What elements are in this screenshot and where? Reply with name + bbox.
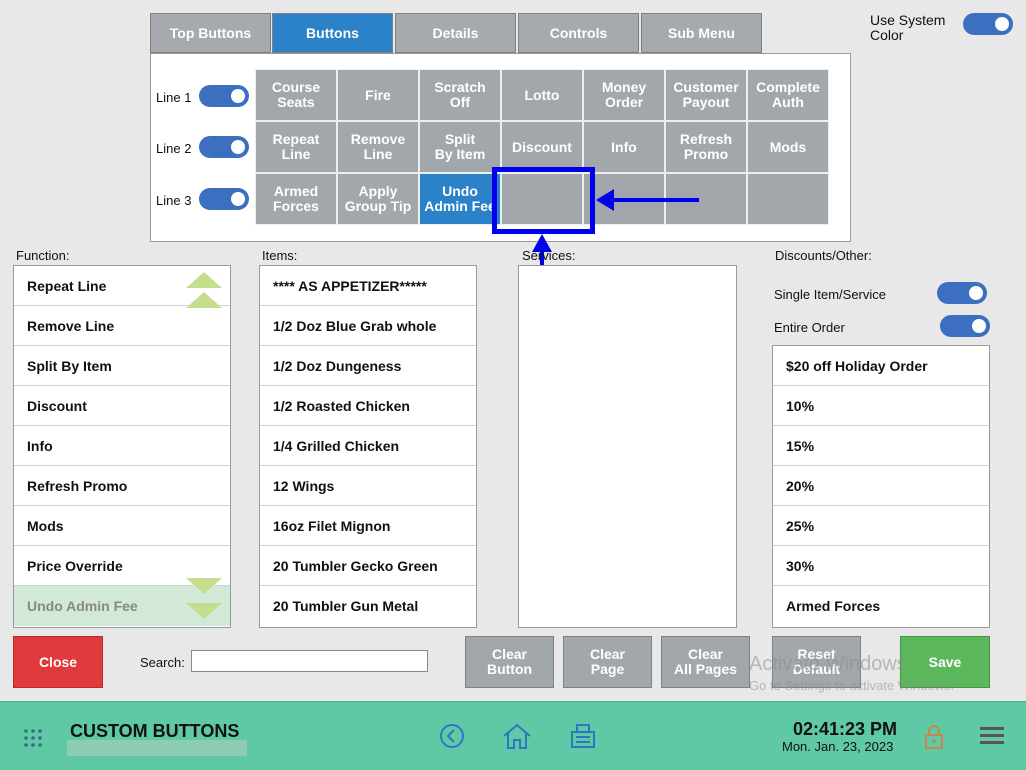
list-item[interactable]: 20% xyxy=(773,466,989,506)
function-label: Function: xyxy=(16,248,70,263)
list-item[interactable]: Remove Line xyxy=(14,306,230,346)
list-item[interactable]: 1/2 Roasted Chicken xyxy=(260,386,476,426)
grid-button[interactable]: Repeat Line xyxy=(255,121,337,173)
home-icon[interactable] xyxy=(502,722,532,750)
toggle-knob xyxy=(231,140,245,154)
list-item[interactable]: 1/4 Grilled Chicken xyxy=(260,426,476,466)
search-input[interactable] xyxy=(191,650,428,672)
footer-bar: CUSTOM BUTTONS 02:41:23 PM Mon. Jan. 23,… xyxy=(0,701,1026,770)
close-button[interactable]: Close xyxy=(13,636,103,688)
list-item[interactable]: 25% xyxy=(773,506,989,546)
grid-button[interactable]: Split By Item xyxy=(419,121,501,173)
scroll-down-icon[interactable] xyxy=(186,578,222,594)
clear-all-pages-button[interactable]: Clear All Pages xyxy=(661,636,750,688)
single-item-service-toggle[interactable] xyxy=(937,282,987,304)
grid-button[interactable]: Fire xyxy=(337,69,419,121)
list-item[interactable]: Split By Item xyxy=(14,346,230,386)
grid-button[interactable]: Discount xyxy=(501,121,583,173)
tab-details[interactable]: Details xyxy=(395,13,516,53)
discounts-label: Discounts/Other: xyxy=(775,248,872,263)
grid-menu-icon[interactable] xyxy=(23,728,43,748)
list-item[interactable]: Armed Forces xyxy=(773,586,989,626)
services-list xyxy=(518,265,737,628)
clock-date: Mon. Jan. 23, 2023 xyxy=(782,739,894,754)
highlight-box xyxy=(492,167,595,234)
line-2-label: Line 2 xyxy=(156,141,192,156)
list-item[interactable]: **** AS APPETIZER***** xyxy=(260,266,476,306)
entire-order-toggle[interactable] xyxy=(940,315,990,337)
grid-button[interactable]: Remove Line xyxy=(337,121,419,173)
list-item[interactable]: 12 Wings xyxy=(260,466,476,506)
list-item[interactable]: Refresh Promo xyxy=(14,466,230,506)
grid-button[interactable]: Customer Payout xyxy=(665,69,747,121)
list-item[interactable]: $20 off Holiday Order xyxy=(773,346,989,386)
toggle-knob xyxy=(969,286,983,300)
grid-button[interactable]: Scratch Off xyxy=(419,69,501,121)
list-item[interactable]: 20 Tumbler Gecko Green xyxy=(260,546,476,586)
reset-default-button[interactable]: Reset Default xyxy=(772,636,861,688)
line-2-toggle[interactable] xyxy=(199,136,249,158)
grid-button-empty[interactable] xyxy=(747,173,829,225)
list-item[interactable]: 20 Tumbler Gun Metal xyxy=(260,586,476,626)
grid-button[interactable]: Armed Forces xyxy=(255,173,337,225)
scroll-up-icon[interactable] xyxy=(186,272,222,288)
arrow-left-shaft xyxy=(608,198,699,202)
line-3-label: Line 3 xyxy=(156,193,192,208)
list-item[interactable]: Info xyxy=(14,426,230,466)
tab-buttons[interactable]: Buttons xyxy=(272,13,393,53)
items-label: Items: xyxy=(262,248,298,263)
clock-time: 02:41:23 PM xyxy=(793,719,898,739)
list-item[interactable]: Discount xyxy=(14,386,230,426)
grid-button[interactable]: Mods xyxy=(747,121,829,173)
lock-icon[interactable] xyxy=(923,723,945,751)
clear-button-button[interactable]: Clear Button xyxy=(465,636,554,688)
use-system-color-toggle[interactable] xyxy=(963,13,1013,35)
list-item[interactable]: 16oz Filet Mignon xyxy=(260,506,476,546)
tab-sub-menu[interactable]: Sub Menu xyxy=(641,13,762,53)
hamburger-menu-icon[interactable] xyxy=(979,726,1005,746)
toggle-knob xyxy=(995,17,1009,31)
discounts-list: $20 off Holiday Order 10% 15% 20% 25% 30% Arme… xyxy=(772,345,990,628)
grid-button[interactable]: Lotto xyxy=(501,69,583,121)
toggle-knob xyxy=(231,89,245,103)
entire-order-label: Entire Order xyxy=(774,320,845,335)
grid-button[interactable]: Undo Admin Fee xyxy=(419,173,501,225)
grid-button[interactable]: Apply Group Tip xyxy=(337,173,419,225)
grid-button[interactable]: Info xyxy=(583,121,665,173)
arrow-left-head xyxy=(596,189,614,211)
scroll-down-icon[interactable] xyxy=(186,603,222,619)
toggle-knob xyxy=(972,319,986,333)
search-label: Search: xyxy=(140,655,185,670)
save-button[interactable]: Save xyxy=(900,636,990,688)
items-list: **** AS APPETIZER***** 1/2 Doz Blue Grab … xyxy=(259,265,477,628)
clear-page-button[interactable]: Clear Page xyxy=(563,636,652,688)
redacted-bar xyxy=(67,740,247,756)
line-1-label: Line 1 xyxy=(156,90,192,105)
list-item[interactable]: 1/2 Doz Blue Grab whole xyxy=(260,306,476,346)
list-item[interactable]: Mods xyxy=(14,506,230,546)
list-item[interactable]: 10% xyxy=(773,386,989,426)
tab-controls[interactable]: Controls xyxy=(518,13,639,53)
grid-button[interactable]: Refresh Promo xyxy=(665,121,747,173)
list-item[interactable]: 1/2 Doz Dungeness xyxy=(260,346,476,386)
single-item-service-label: Single Item/Service xyxy=(774,287,886,302)
list-item[interactable]: 15% xyxy=(773,426,989,466)
list-item[interactable]: 30% xyxy=(773,546,989,586)
page-title: CUSTOM BUTTONS xyxy=(70,721,240,741)
services-label: Services: xyxy=(522,248,576,263)
toggle-knob xyxy=(231,192,245,206)
grid-button[interactable]: Money Order xyxy=(583,69,665,121)
function-list: Repeat Line Remove Line Split By Item Disco… xyxy=(13,265,231,628)
grid-button[interactable]: Course Seats xyxy=(255,69,337,121)
tab-top-buttons[interactable]: Top Buttons xyxy=(150,13,271,53)
line-3-toggle[interactable] xyxy=(199,188,249,210)
use-system-color-label: Use System Color xyxy=(870,12,946,43)
register-icon[interactable] xyxy=(569,722,597,750)
scroll-up-icon[interactable] xyxy=(186,292,222,308)
back-icon[interactable] xyxy=(439,723,465,749)
line-1-toggle[interactable] xyxy=(199,85,249,107)
grid-button[interactable]: Complete Auth xyxy=(747,69,829,121)
